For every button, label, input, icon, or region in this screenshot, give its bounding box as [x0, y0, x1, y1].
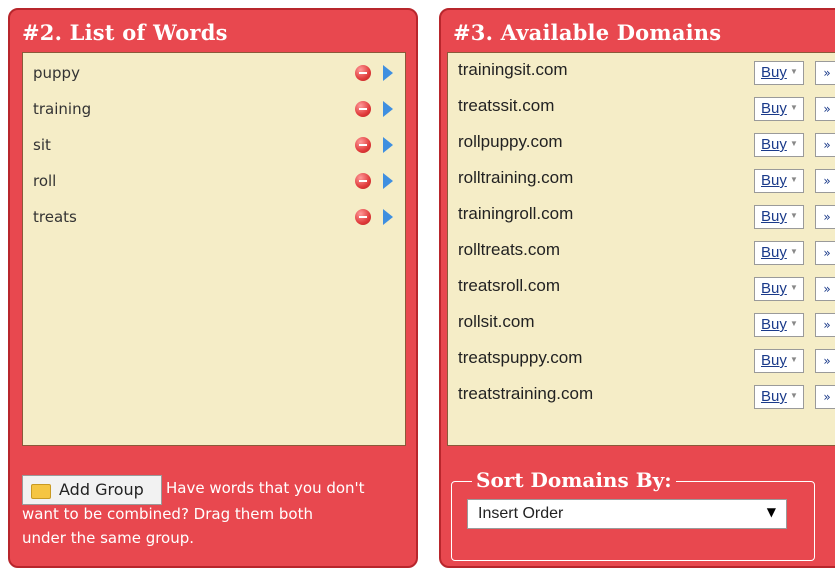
domain-row: treatspuppy.com Buy ▼ » [458, 345, 835, 375]
arrow-right-icon[interactable] [383, 137, 393, 153]
domain-label: rollsit.com [458, 312, 535, 331]
domain-row: rolltraining.com Buy ▼ » [458, 165, 835, 195]
caret-down-icon: ▼ [790, 103, 798, 112]
help-text-line1: Have words that you don't [166, 479, 365, 497]
buy-label: Buy [761, 388, 787, 405]
arrow-right-icon[interactable] [383, 173, 393, 189]
domains-panel-title: #3. Available Domains [453, 20, 722, 45]
domain-row: trainingsit.com Buy ▼ » [458, 57, 835, 87]
domain-label: treatstraining.com [458, 384, 594, 403]
words-panel: #2. List of Words puppy training sit rol… [8, 8, 418, 568]
word-row[interactable]: sit [33, 131, 393, 161]
caret-down-icon: ▼ [790, 211, 798, 220]
buy-label: Buy [761, 100, 787, 117]
remove-icon[interactable] [355, 65, 371, 81]
word-label: roll [33, 172, 57, 190]
word-label: puppy [33, 64, 80, 82]
domains-panel: #3. Available Domains trainingsit.com Bu… [439, 8, 835, 568]
sort-domains-fieldset: Sort Domains By: Insert Order ▼ [451, 468, 815, 561]
caret-down-icon: ▼ [790, 67, 798, 76]
domain-label: rolltraining.com [458, 168, 574, 187]
remove-icon[interactable] [355, 173, 371, 189]
buy-label: Buy [761, 208, 787, 225]
domain-row: treatsroll.com Buy ▼ » [458, 273, 835, 303]
help-text-line3: under the same group. [22, 529, 195, 547]
caret-down-icon: ▼ [790, 175, 798, 184]
buy-label: Buy [761, 64, 787, 81]
more-button[interactable]: » [815, 313, 835, 337]
more-button[interactable]: » [815, 97, 835, 121]
caret-down-icon: ▼ [790, 139, 798, 148]
word-label: training [33, 100, 92, 118]
word-row[interactable]: roll [33, 167, 393, 197]
buy-label: Buy [761, 352, 787, 369]
caret-down-icon: ▼ [790, 355, 798, 364]
remove-icon[interactable] [355, 101, 371, 117]
caret-down-icon: ▼ [790, 391, 798, 400]
domain-row: rolltreats.com Buy ▼ » [458, 237, 835, 267]
word-list: puppy training sit roll treats [22, 52, 406, 446]
sort-selected-value: Insert Order [478, 505, 564, 522]
domain-label: treatsroll.com [458, 276, 561, 295]
word-label: treats [33, 208, 77, 226]
more-button[interactable]: » [815, 133, 835, 157]
domain-row: rollsit.com Buy ▼ » [458, 309, 835, 339]
help-text-line2: want to be combined? Drag them both [22, 505, 313, 523]
sort-order-select[interactable]: Insert Order ▼ [467, 499, 787, 529]
more-button[interactable]: » [815, 385, 835, 409]
remove-icon[interactable] [355, 137, 371, 153]
domain-label: trainingsit.com [458, 60, 568, 79]
more-button[interactable]: » [815, 241, 835, 265]
buy-button[interactable]: Buy ▼ [754, 133, 804, 157]
domain-label: treatssit.com [458, 96, 555, 115]
more-button[interactable]: » [815, 277, 835, 301]
buy-button[interactable]: Buy ▼ [754, 277, 804, 301]
arrow-right-icon[interactable] [383, 65, 393, 81]
sort-domains-legend: Sort Domains By: [472, 468, 676, 492]
domain-row: rollpuppy.com Buy ▼ » [458, 129, 835, 159]
more-button[interactable]: » [815, 61, 835, 85]
caret-down-icon: ▼ [790, 247, 798, 256]
words-panel-title: #2. List of Words [22, 20, 228, 45]
domain-row: trainingroll.com Buy ▼ » [458, 201, 835, 231]
arrow-right-icon[interactable] [383, 209, 393, 225]
buy-label: Buy [761, 172, 787, 189]
domain-label: trainingroll.com [458, 204, 574, 223]
buy-button[interactable]: Buy ▼ [754, 97, 804, 121]
buy-label: Buy [761, 136, 787, 153]
domain-label: rollpuppy.com [458, 132, 563, 151]
add-group-label: Add Group [59, 480, 144, 499]
domain-label: treatspuppy.com [458, 348, 583, 367]
buy-label: Buy [761, 316, 787, 333]
folder-icon [31, 484, 51, 499]
buy-button[interactable]: Buy ▼ [754, 205, 804, 229]
domain-row: treatssit.com Buy ▼ » [458, 93, 835, 123]
buy-button[interactable]: Buy ▼ [754, 385, 804, 409]
buy-button[interactable]: Buy ▼ [754, 169, 804, 193]
caret-down-icon: ▼ [790, 283, 798, 292]
arrow-right-icon[interactable] [383, 101, 393, 117]
remove-icon[interactable] [355, 209, 371, 225]
word-label: sit [33, 136, 51, 154]
buy-button[interactable]: Buy ▼ [754, 61, 804, 85]
domain-row: treatstraining.com Buy ▼ » [458, 381, 835, 411]
domain-label: rolltreats.com [458, 240, 561, 259]
buy-label: Buy [761, 244, 787, 261]
caret-down-icon: ▼ [790, 319, 798, 328]
word-row[interactable]: training [33, 95, 393, 125]
add-group-button[interactable]: Add Group [22, 475, 162, 505]
word-row[interactable]: puppy [33, 59, 393, 89]
buy-button[interactable]: Buy ▼ [754, 241, 804, 265]
buy-button[interactable]: Buy ▼ [754, 349, 804, 373]
word-row[interactable]: treats [33, 203, 393, 233]
more-button[interactable]: » [815, 349, 835, 373]
domain-list: trainingsit.com Buy ▼ » treatssit.com Buy… [447, 52, 835, 446]
buy-button[interactable]: Buy ▼ [754, 313, 804, 337]
more-button[interactable]: » [815, 205, 835, 229]
more-button[interactable]: » [815, 169, 835, 193]
dropdown-arrow-icon: ▼ [766, 505, 776, 519]
buy-label: Buy [761, 280, 787, 297]
